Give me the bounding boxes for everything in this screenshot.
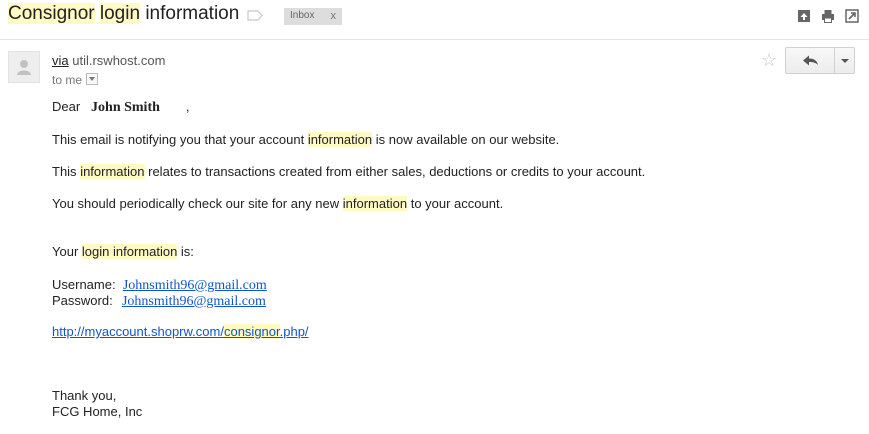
reply-button[interactable] [786,48,834,73]
closing-line: Thank you, [52,388,117,403]
greeting-comma: , [185,99,190,114]
show-details-button[interactable] [86,73,99,85]
paragraph-2: This information relates to transactions… [52,164,645,179]
signature-line: FCG Home, Inc [52,404,143,419]
p2-text-a: This [52,164,77,179]
reply-button-group [785,47,855,74]
recipient-name: John Smith [91,100,160,115]
username-value-link[interactable]: Johnsmith96@gmail.com [123,278,267,293]
email-subject: Consignor login information [8,3,239,25]
avatar-icon [17,60,31,75]
p1-text-b: is now available on our website. [375,132,560,147]
star-icon[interactable]: ☆ [761,50,777,71]
open-in-new-window-icon[interactable] [797,9,811,23]
greeting-word: Dear [52,99,81,114]
p3-text-a: You should periodically check our site f… [52,196,340,211]
subject-word-consignor: Consignor [8,3,95,24]
inbox-label-tag: Inbox x [284,8,342,25]
url-part-a[interactable]: http://myaccount.shoprw.com/ [52,324,224,339]
inbox-label-text: Inbox [290,10,315,21]
popout-icon[interactable] [845,9,859,23]
sender-line: via util.rswhost.com [52,53,165,68]
p3-text-b: to your account. [410,196,504,211]
subject-word-information: information [145,3,240,24]
greeting-line: Dear John Smith, [52,99,190,116]
password-label: Password: [52,293,113,308]
reply-icon [803,55,818,66]
subject-word-login: login [99,3,141,24]
recipient-line: to me [52,73,99,87]
p2-highlight: information [80,164,145,179]
login-text-b: is: [180,244,194,259]
remove-label-button[interactable]: x [331,10,337,22]
url-highlight[interactable]: consignor [223,324,280,339]
password-row: Password: Johnsmith96@gmail.com [52,293,266,310]
p3-highlight: information [342,196,408,211]
username-row: Username: Johnsmith96@gmail.com [52,277,267,294]
p1-text-a: This email is notifying you that your ac… [52,132,305,147]
paragraph-3: You should periodically check our site f… [52,196,503,211]
label-tag-icon[interactable] [247,10,263,21]
print-icon[interactable] [821,9,835,23]
url-part-b[interactable]: .php/ [280,324,309,339]
p2-text-b: relates to transactions created from eit… [148,164,646,179]
login-highlight: login information [81,244,178,259]
p1-highlight: information [307,132,373,147]
paragraph-1: This email is notifying you that your ac… [52,132,559,147]
more-actions-button[interactable] [835,48,854,73]
login-info-heading: Your login information is: [52,244,194,259]
header-divider [0,39,869,40]
via-link[interactable]: via [52,53,69,68]
login-text-a: Your [52,244,79,259]
avatar [8,51,40,83]
username-label: Username: [52,277,116,292]
sender-domain: util.rswhost.com [72,53,166,68]
account-url-link[interactable]: http://myaccount.shoprw.com/consignor.ph… [52,324,309,339]
password-value-link[interactable]: Johnsmith96@gmail.com [122,294,266,309]
recipient-text: to me [52,73,83,87]
